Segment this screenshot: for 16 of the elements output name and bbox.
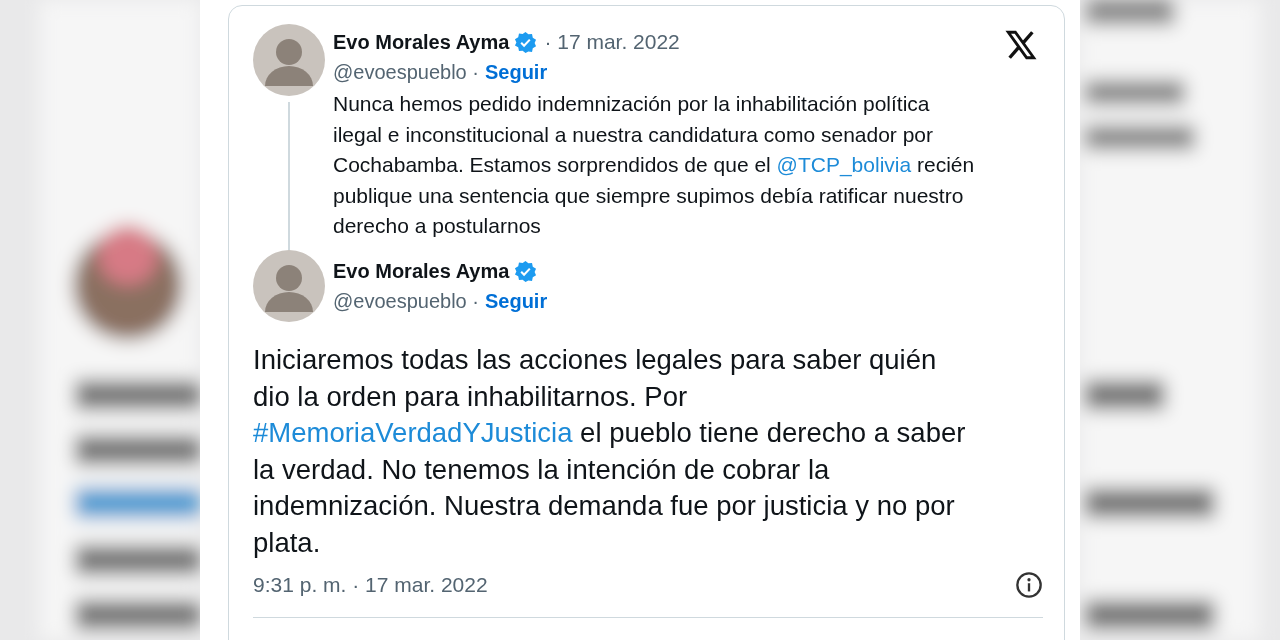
- logo-icon: [1004, 28, 1038, 62]
- author-name[interactable]: Evo Morales Ayma: [333, 30, 510, 54]
- author-name[interactable]: Evo Morales Ayma: [333, 259, 510, 283]
- user-handle[interactable]: @evoespueblo ·: [333, 60, 479, 84]
- mention-link[interactable]: @TCP_bolivia: [776, 153, 912, 176]
- tweet-text: Nunca hemos pedido indemnización por la inhabilitación política ilegal e inconstitucional a nuestra candidatura como senador por Cochabamba. Estamos sorprendidos de que el @TCP_bolivia recién publique una sentencia que siempre supimos debía ratificar nuestro derecho a postularnos: [333, 91, 976, 239]
- info-icon[interactable]: [1015, 571, 1043, 599]
- user-handle[interactable]: @evoespueblo ·: [333, 289, 479, 313]
- hashtag-link[interactable]: #MemoriaVerdadYJusticia: [253, 417, 573, 448]
- avatar[interactable]: [253, 24, 325, 96]
- follow-link[interactable]: Seguir: [484, 289, 548, 313]
- avatar[interactable]: [253, 250, 325, 322]
- tweet-date[interactable]: · 17 mar. 2022: [544, 30, 680, 54]
- tweet-timestamp[interactable]: 9:31 p. m. · 17 mar. 2022: [253, 573, 488, 597]
- tweet-text: Iniciaremos todas las acciones legales para saber quién dio la orden para inhabilitarnos. Por #MemoriaVerdadYJusticia el pueblo tiene derecho a saber la verdad. No tenemos la intención de cobrar la indemnización. Nuestra demanda fue por justicia y no por plata.: [253, 343, 967, 560]
- follow-link[interactable]: Seguir: [484, 60, 548, 84]
